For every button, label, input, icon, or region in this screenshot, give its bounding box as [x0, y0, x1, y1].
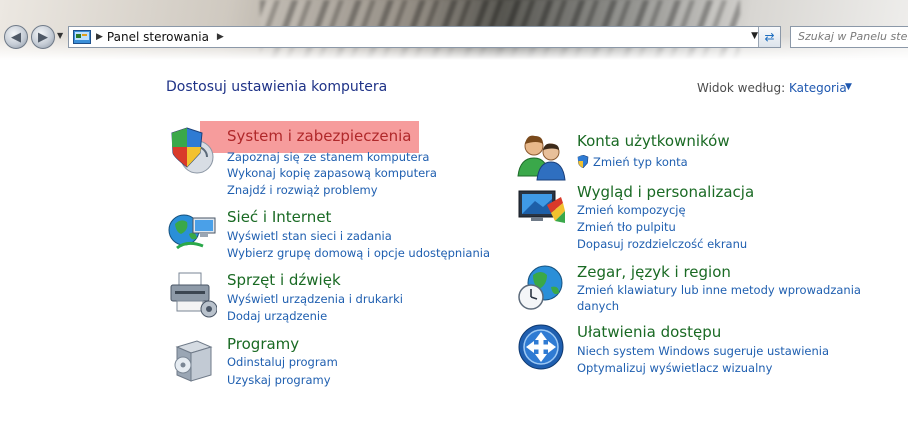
arrow-left-icon: ◀ — [11, 29, 21, 45]
link-get-programs[interactable]: Uzyskaj programy — [227, 373, 331, 387]
link-change-keyboards[interactable]: Zmień klawiatury lub inne metody wprowad… — [577, 283, 861, 297]
search-input[interactable]: Szukaj w Panelu sterowania — [790, 26, 908, 48]
arrow-right-icon: ▶ — [38, 29, 48, 45]
refresh-icon: ⇄ — [764, 30, 775, 44]
category-title-programs[interactable]: Programy — [227, 335, 299, 353]
refresh-button[interactable]: ⇄ — [758, 27, 780, 47]
programs-box-icon — [174, 340, 213, 382]
link-change-account-type[interactable]: Zmień typ konta — [577, 155, 688, 169]
category-title-clock[interactable]: Zegar, język i region — [577, 263, 731, 281]
address-dropdown-icon[interactable]: ▼ — [751, 31, 758, 41]
back-button[interactable]: ◀ — [4, 25, 28, 49]
address-bar[interactable]: ▶ Panel sterowania ▶ ▼ ⇄ — [68, 26, 781, 48]
users-icon — [517, 135, 566, 181]
control-panel-icon — [73, 30, 91, 44]
category-title-appearance[interactable]: Wygląd i personalizacja — [577, 183, 754, 201]
link-change-keyboards-cont[interactable]: danych — [577, 299, 619, 313]
view-by-label: Widok według: — [697, 81, 786, 95]
printer-icon — [170, 272, 217, 318]
link-check-status[interactable]: Zapoznaj się ze stanem komputera — [227, 150, 429, 164]
category-title-user-accounts[interactable]: Konta użytkowników — [577, 132, 730, 150]
network-globe-icon — [168, 214, 216, 250]
recent-pages-dropdown-icon[interactable]: ▼ — [57, 31, 63, 40]
chevron-down-icon[interactable]: ▼ — [845, 82, 852, 92]
breadcrumb-arrow-icon[interactable]: ▶ — [217, 32, 224, 42]
breadcrumb-control-panel[interactable]: Panel sterowania — [107, 30, 209, 44]
link-adjust-resolution[interactable]: Dopasuj rozdzielczość ekranu — [577, 237, 747, 251]
link-backup[interactable]: Wykonaj kopię zapasową komputera — [227, 166, 437, 180]
category-title-network[interactable]: Sieć i Internet — [227, 208, 331, 226]
personalization-monitor-icon — [518, 190, 565, 223]
link-change-theme[interactable]: Zmień kompozycję — [577, 203, 686, 217]
clock-globe-icon — [518, 265, 563, 310]
category-title-hardware[interactable]: Sprzęt i dźwięk — [227, 271, 341, 289]
page-title: Dostosuj ustawienia komputera — [166, 79, 388, 95]
link-change-account-type-label: Zmień typ konta — [593, 155, 688, 169]
link-optimize-display[interactable]: Optymalizuj wyświetlacz wizualny — [577, 361, 772, 375]
link-change-background[interactable]: Zmień tło pulpitu — [577, 220, 676, 234]
link-uninstall[interactable]: Odinstaluj program — [227, 355, 338, 369]
link-windows-suggest[interactable]: Niech system Windows sugeruje ustawienia — [577, 344, 829, 358]
link-devices-printers[interactable]: Wyświetl urządzenia i drukarki — [227, 292, 403, 306]
link-troubleshoot[interactable]: Znajdź i rozwiąż problemy — [227, 183, 378, 197]
security-shield-icon — [171, 127, 214, 174]
link-network-status[interactable]: Wyświetl stan sieci i zadania — [227, 229, 392, 243]
breadcrumb-arrow-icon[interactable]: ▶ — [96, 32, 103, 42]
category-title-system-security[interactable]: System i zabezpieczenia — [227, 127, 411, 145]
category-title-ease-of-access[interactable]: Ułatwienia dostępu — [577, 323, 721, 341]
link-homegroup[interactable]: Wybierz grupę domową i opcje udostępnian… — [227, 246, 490, 260]
forward-button[interactable]: ▶ — [31, 25, 55, 49]
view-by-dropdown[interactable]: Kategoria — [789, 81, 847, 95]
ease-of-access-icon — [518, 324, 564, 370]
link-add-device[interactable]: Dodaj urządzenie — [227, 309, 327, 323]
uac-shield-icon — [577, 155, 589, 168]
